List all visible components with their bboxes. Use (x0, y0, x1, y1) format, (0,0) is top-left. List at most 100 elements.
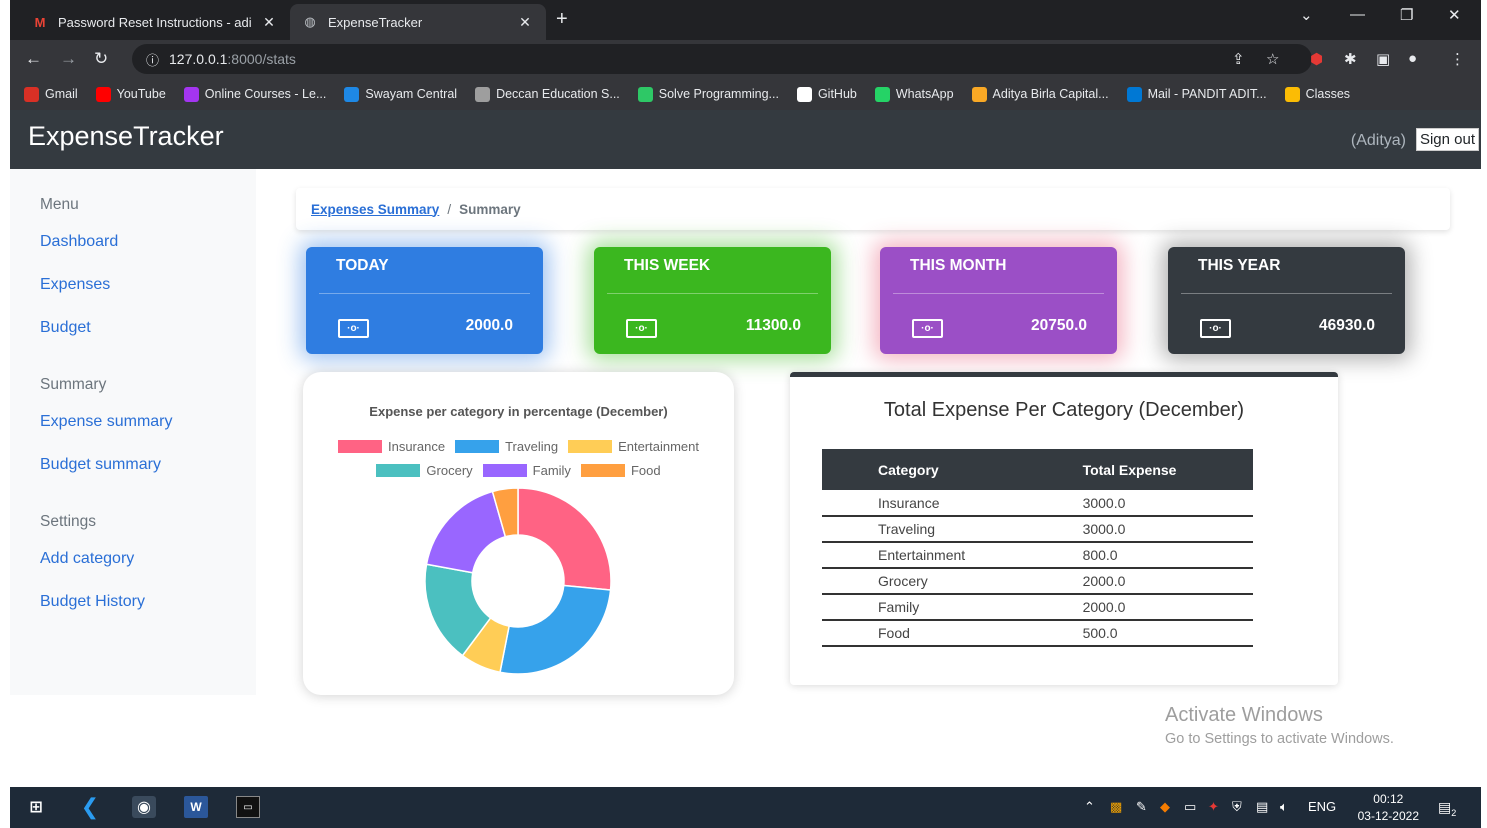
username-label: (Aditya) (1350, 132, 1406, 149)
side-panel-icon[interactable]: ▣ (1376, 50, 1390, 68)
clock-time: 00:12 (1373, 792, 1404, 806)
tray-app-icon[interactable]: ✦ (1208, 799, 1219, 815)
tray-app-icon[interactable]: ◆ (1160, 799, 1170, 815)
sidebar-item-budget-summary[interactable]: Budget summary (40, 456, 161, 474)
table-title: Total Expense Per Category (December) (883, 399, 1245, 421)
table-row: Insurance 3000.0 (822, 490, 1253, 517)
bookmark-item[interactable]: GitHub (796, 86, 857, 102)
activate-windows-watermark: Activate Windows Go to Settings to activ… (1165, 704, 1394, 747)
bookmark-item[interactable]: Deccan Education S... (475, 86, 620, 102)
card-divider (893, 293, 1104, 294)
sidebar-heading-settings: Settings (40, 513, 97, 530)
profile-avatar[interactable]: ● (1408, 50, 1417, 67)
taskbar-clock[interactable]: 00:12 03-12-2022 (1358, 791, 1419, 825)
close-tab-icon[interactable]: ✕ (516, 14, 534, 31)
sign-out-button[interactable]: Sign out (1415, 128, 1479, 151)
amount-cell: 2000.0 (1056, 594, 1253, 621)
sidebar: Menu Dashboard Expenses Budget Summary E… (10, 169, 256, 695)
amount-cell: 3000.0 (1056, 516, 1253, 543)
table-header-row: Category Total Expense (822, 449, 1253, 490)
category-cell: Grocery (822, 568, 1057, 595)
card-value: 2000.0 (465, 317, 513, 334)
sidebar-item-add-category[interactable]: Add category (40, 550, 134, 568)
tray-language[interactable]: ENG (1308, 799, 1336, 814)
tray-battery-icon[interactable]: ▭ (1184, 799, 1196, 815)
card-title: THIS MONTH (910, 257, 1007, 274)
browser-toolbar: ← → ↻ ⓘ 127.0.0.1 :8000/stats ⇪ ☆ ⬢ ✱ ▣ … (10, 40, 1481, 78)
amount-cell: 2000.0 (1056, 568, 1253, 595)
breadcrumb-separator: / (447, 201, 452, 217)
money-icon: ·o· (338, 319, 369, 338)
bookmark-label: Mail - PANDIT ADIT... (1147, 87, 1267, 101)
globe-icon: ◍ (304, 14, 316, 29)
tray-volume-icon[interactable]: 🔈︎ (1280, 799, 1288, 815)
table-row: Traveling 3000.0 (822, 516, 1253, 543)
bookmark-item[interactable]: Gmail (24, 86, 78, 102)
site-info-icon[interactable]: ⓘ (146, 50, 159, 69)
card-title: TODAY (336, 257, 389, 274)
tray-overflow-icon[interactable]: ⌃ (1084, 799, 1095, 815)
amount-cell: 800.0 (1056, 542, 1253, 569)
adblock-extension-icon[interactable]: ⬢ (1310, 50, 1323, 68)
sidebar-item-expense-summary[interactable]: Expense summary (40, 413, 173, 431)
sidebar-item-budget-history[interactable]: Budget History (40, 593, 145, 611)
sidebar-item-budget[interactable]: Budget (40, 319, 91, 337)
stat-card-this-year: THIS YEAR ·o· 46930.0 (1168, 247, 1405, 354)
forward-icon[interactable]: → (60, 49, 77, 69)
bookmark-label: Aditya Birla Capital... (992, 87, 1109, 101)
brand-logo[interactable]: ExpenseTracker (28, 121, 224, 152)
column-header-total-expense: Total Expense (1056, 449, 1253, 490)
minimize-icon[interactable]: — (1350, 6, 1365, 23)
new-tab-icon[interactable]: + (556, 8, 568, 31)
tray-app-icon[interactable]: ▩ (1110, 799, 1122, 815)
address-bar[interactable]: ⓘ 127.0.0.1 :8000/stats (132, 44, 1312, 74)
restore-icon[interactable]: ❐ (1400, 6, 1413, 24)
close-window-icon[interactable]: ✕ (1448, 6, 1461, 24)
bookmark-star-icon[interactable]: ☆ (1266, 50, 1279, 68)
share-icon[interactable]: ⇪ (1232, 50, 1245, 68)
breadcrumb-link-expenses-summary[interactable]: Expenses Summary (311, 202, 439, 217)
back-icon[interactable]: ← (25, 49, 42, 69)
sidebar-item-dashboard[interactable]: Dashboard (40, 233, 118, 251)
bookmark-item[interactable]: Solve Programming... (637, 86, 779, 102)
tray-pen-icon[interactable]: ✎ (1136, 799, 1147, 815)
category-chart-card: Expense per category in percentage (Dece… (303, 372, 734, 695)
vscode-icon[interactable]: ❮ (78, 794, 102, 819)
bookmark-item[interactable]: WhatsApp (874, 86, 954, 102)
bookmark-item[interactable]: Classes (1284, 86, 1350, 102)
donut-slice-traveling[interactable] (499, 584, 612, 675)
tab-search-icon[interactable]: ⌄ (1300, 6, 1313, 24)
browser-tab-bar: M Password Reset Instructions - adi ✕ ◍ … (10, 0, 1481, 40)
money-icon: ·o· (626, 319, 657, 338)
bookmark-item[interactable]: Aditya Birla Capital... (971, 86, 1109, 102)
notification-center-icon[interactable]: ▤2 (1438, 799, 1456, 818)
donut-slice-insurance[interactable] (517, 487, 612, 591)
donut-slice-family[interactable] (425, 490, 507, 574)
watermark-title: Activate Windows (1165, 704, 1323, 726)
tray-security-icon[interactable]: ⛨ (1232, 799, 1242, 815)
windows-start-icon[interactable]: ⊞ (24, 796, 48, 818)
sidebar-item-expenses[interactable]: Expenses (40, 276, 110, 294)
extensions-icon[interactable]: ✱ (1344, 50, 1357, 68)
bookmarks-bar: Gmail YouTube Online Courses - Le... Swayam… (10, 78, 1481, 110)
amount-cell: 500.0 (1056, 620, 1253, 647)
chrome-menu-icon[interactable]: ⋮ (1450, 50, 1465, 68)
screen: M Password Reset Instructions - adi ✕ ◍ … (0, 0, 1487, 828)
close-tab-icon[interactable]: ✕ (260, 14, 278, 31)
tray-network-icon[interactable]: ▤ (1256, 799, 1268, 815)
browser-tab-expensetracker[interactable]: ◍ ExpenseTracker ✕ (290, 4, 546, 40)
browser-tab-gmail[interactable]: M Password Reset Instructions - adi ✕ (20, 4, 290, 40)
windows-taskbar: ⊞ ❮ ◉ W ▭ ⌃ ▩ ✎ ◆ ▭ ✦ ⛨ ▤ 🔈︎ ENG 00:12 0… (10, 787, 1481, 828)
reload-icon[interactable]: ↻ (94, 49, 108, 69)
bookmark-item[interactable]: Online Courses - Le... (183, 86, 326, 102)
app-navbar: ExpenseTracker (Aditya) Sign out (10, 110, 1481, 169)
money-icon: ·o· (912, 319, 943, 338)
word-icon[interactable]: W (184, 796, 208, 818)
bookmark-item[interactable]: YouTube (95, 86, 166, 102)
stat-card-today: TODAY ·o· 2000.0 (306, 247, 543, 354)
table-row: Food 500.0 (822, 620, 1253, 647)
chrome-taskbar-icon[interactable]: ◉ (132, 796, 156, 818)
bookmark-item[interactable]: Swayam Central (344, 86, 457, 102)
terminal-icon[interactable]: ▭ (236, 796, 260, 818)
bookmark-item[interactable]: Mail - PANDIT ADIT... (1126, 86, 1267, 102)
